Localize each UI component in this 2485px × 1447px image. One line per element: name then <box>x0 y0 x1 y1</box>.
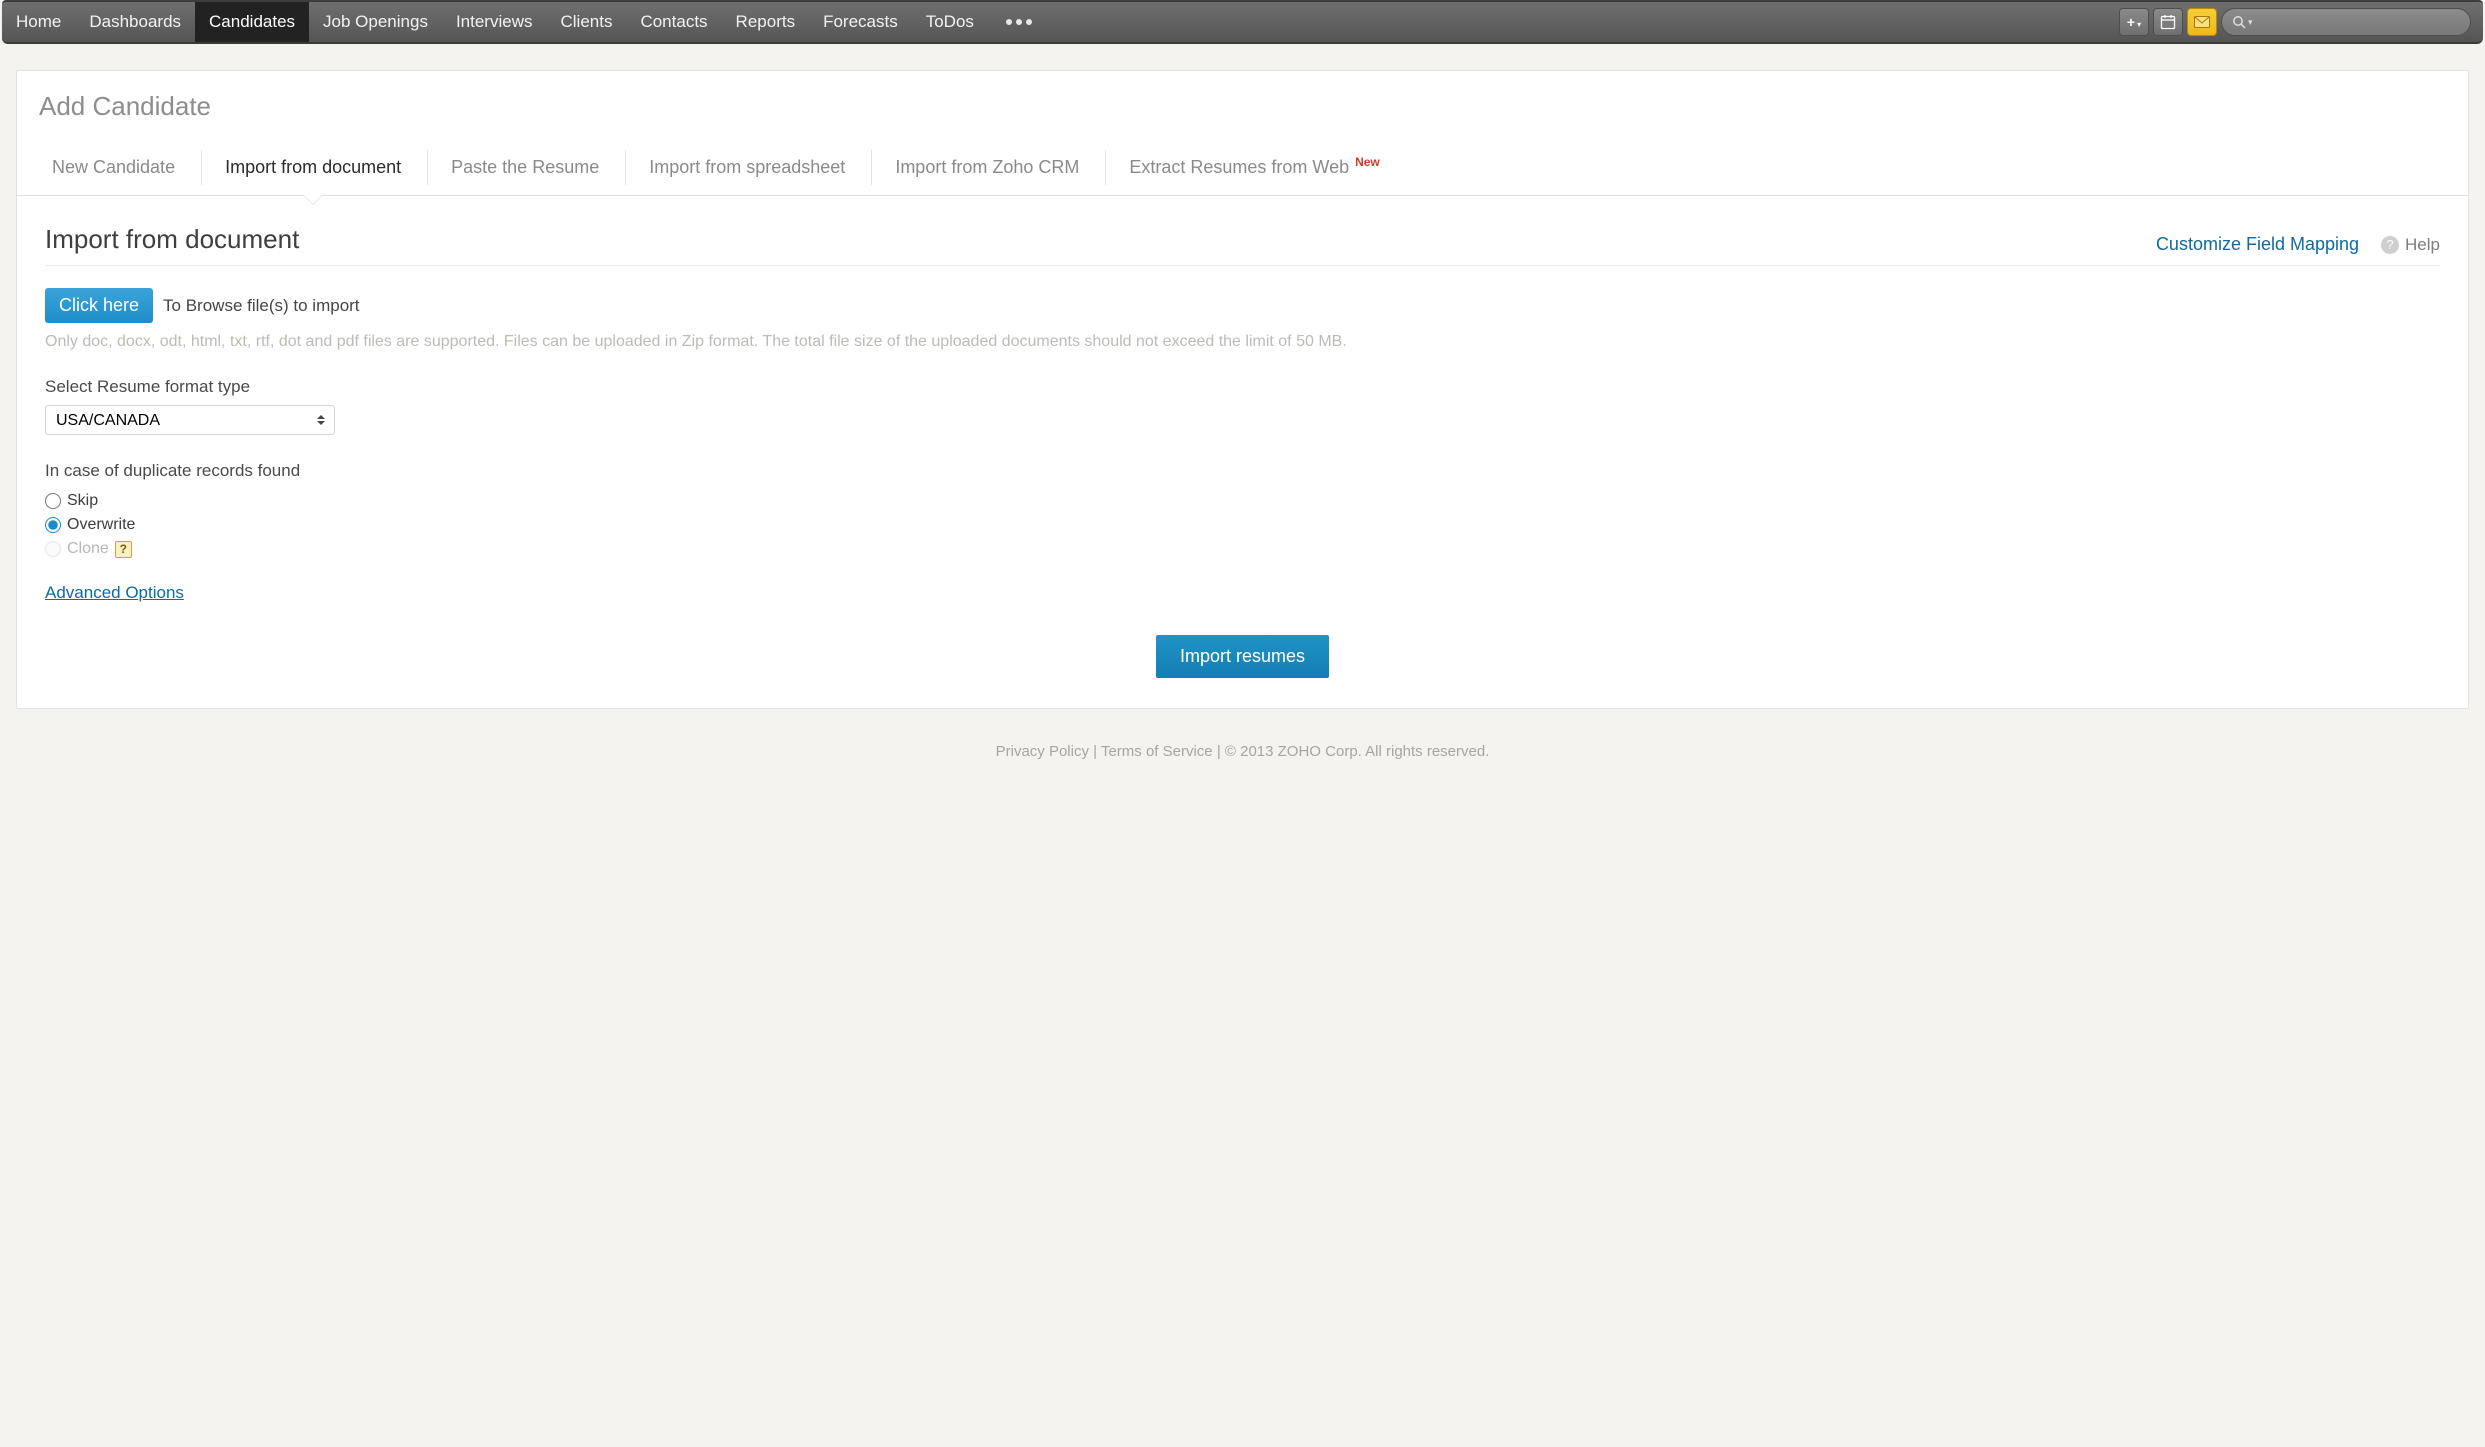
nav-more-icon[interactable] <box>988 2 1050 42</box>
nav-contacts[interactable]: Contacts <box>626 2 721 42</box>
calendar-icon <box>2160 14 2176 30</box>
plus-icon: + <box>2127 15 2135 29</box>
radio-clone-input[interactable] <box>45 541 61 557</box>
tab-import-zoho-crm[interactable]: Import from Zoho CRM <box>870 140 1104 195</box>
nav-forecasts[interactable]: Forecasts <box>809 2 912 42</box>
subtab-bar: New Candidate Import from document Paste… <box>17 140 2468 196</box>
page-title: Add Candidate <box>17 71 2468 140</box>
top-navbar: Home Dashboards Candidates Job Openings … <box>2 0 2483 44</box>
privacy-link[interactable]: Privacy Policy <box>996 743 1089 760</box>
duplicate-label: In case of duplicate records found <box>45 461 2440 481</box>
nav-candidates[interactable]: Candidates <box>195 2 309 42</box>
resume-format-select[interactable]: USA/CANADA <box>45 405 335 435</box>
radio-skip[interactable]: Skip <box>45 489 2440 513</box>
browse-button[interactable]: Click here <box>45 288 153 323</box>
file-hint: Only doc, docx, odt, html, txt, rtf, dot… <box>45 333 2440 351</box>
nav-clients[interactable]: Clients <box>546 2 626 42</box>
radio-clone[interactable]: Clone ? <box>45 537 2440 561</box>
help-link[interactable]: ? Help <box>2381 235 2440 255</box>
advanced-options-link[interactable]: Advanced Options <box>45 583 184 603</box>
tab-import-spreadsheet[interactable]: Import from spreadsheet <box>624 140 870 195</box>
page-card: Add Candidate New Candidate Import from … <box>16 70 2469 709</box>
content-title: Import from document <box>45 224 299 255</box>
global-search[interactable]: ▾ <box>2221 8 2471 36</box>
tab-new-candidate[interactable]: New Candidate <box>27 140 200 195</box>
topbar-right: +▾ ▾ <box>2119 2 2473 42</box>
nav-job-openings[interactable]: Job Openings <box>309 2 442 42</box>
copyright: © 2013 ZOHO Corp. All rights reserved. <box>1225 743 1490 760</box>
quick-add-button[interactable]: +▾ <box>2119 8 2149 36</box>
radio-overwrite-input[interactable] <box>45 517 61 533</box>
customize-mapping-link[interactable]: Customize Field Mapping <box>2156 234 2359 255</box>
help-icon: ? <box>2381 236 2399 254</box>
import-resumes-button[interactable]: Import resumes <box>1156 635 1329 678</box>
terms-link[interactable]: Terms of Service <box>1101 743 1213 760</box>
tab-paste-resume[interactable]: Paste the Resume <box>426 140 624 195</box>
clone-help-icon[interactable]: ? <box>115 541 132 558</box>
nav-interviews[interactable]: Interviews <box>442 2 547 42</box>
nav-dashboards[interactable]: Dashboards <box>75 2 195 42</box>
nav-reports[interactable]: Reports <box>722 2 810 42</box>
calendar-button[interactable] <box>2153 8 2183 36</box>
browse-label: To Browse file(s) to import <box>163 296 360 316</box>
top-nav-list: Home Dashboards Candidates Job Openings … <box>2 2 1050 42</box>
footer: Privacy Policy | Terms of Service | © 20… <box>0 709 2485 784</box>
search-icon <box>2232 15 2246 29</box>
new-badge: New <box>1355 155 1380 169</box>
mail-button[interactable] <box>2187 8 2217 36</box>
mail-icon <box>2194 16 2210 28</box>
nav-todos[interactable]: ToDos <box>912 2 988 42</box>
duplicate-radio-group: Skip Overwrite Clone ? <box>45 489 2440 561</box>
tab-extract-web[interactable]: Extract Resumes from Web New <box>1104 140 1404 195</box>
radio-skip-input[interactable] <box>45 493 61 509</box>
radio-overwrite[interactable]: Overwrite <box>45 513 2440 537</box>
tab-import-document[interactable]: Import from document <box>200 140 426 195</box>
format-label: Select Resume format type <box>45 377 2440 397</box>
nav-home[interactable]: Home <box>2 2 75 42</box>
